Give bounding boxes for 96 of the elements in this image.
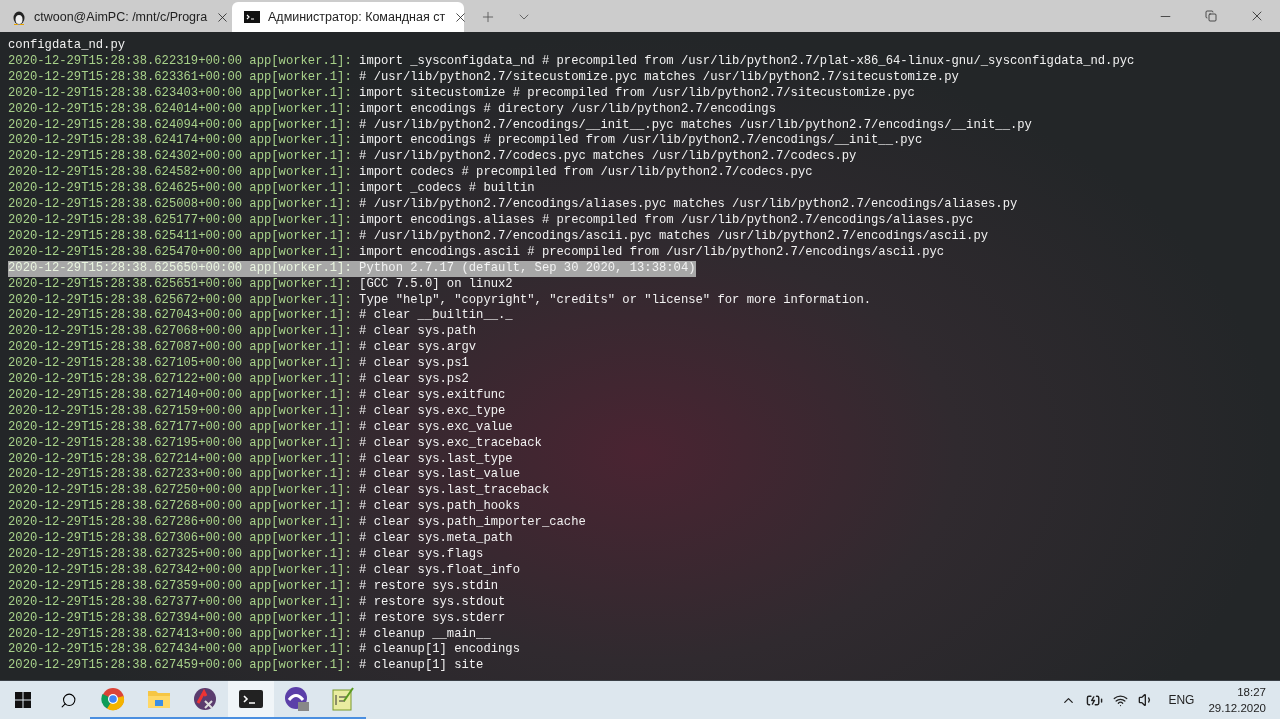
log-message: # clear sys.last_traceback: [358, 483, 550, 500]
chrome-icon: [101, 687, 125, 711]
log-timestamp: 2020-12-29T15:28:38.627250+00:00 app[worker.1]:: [8, 483, 352, 500]
log-message: # clear sys.flags: [358, 547, 484, 563]
log-timestamp: 2020-12-29T15:28:38.627413+00:00 app[worker.1]:: [8, 626, 352, 643]
log-message: # clear sys.path: [358, 324, 477, 341]
log-timestamp: 2020-12-29T15:28:38.627268+00:00 app[worker.1]:: [8, 499, 352, 516]
log-message: # clear sys.ps2: [358, 372, 469, 388]
log-timestamp: 2020-12-29T15:28:38.625411+00:00 app[worker.1]:: [8, 228, 352, 245]
log-timestamp: 2020-12-29T15:28:38.627214+00:00 app[worker.1]:: [8, 451, 352, 468]
notepad-icon: [331, 687, 355, 711]
log-message: # cleanup[1] site: [358, 658, 484, 675]
log-message: # clear sys.last_value: [358, 467, 520, 484]
log-timestamp: 2020-12-29T15:28:38.627159+00:00 app[worker.1]:: [8, 403, 352, 420]
log-timestamp: 2020-12-29T15:28:38.624094+00:00 app[worker.1]:: [8, 117, 352, 134]
log-timestamp: 2020-12-29T15:28:38.627394+00:00 app[worker.1]:: [8, 610, 352, 627]
log-timestamp: 2020-12-29T15:28:38.622319+00:00 app[worker.1]:: [8, 53, 352, 70]
clock[interactable]: 18:27 29.12.2020: [1208, 684, 1266, 716]
log-timestamp: 2020-12-29T15:28:38.625672+00:00 app[worker.1]:: [8, 292, 352, 309]
log-message: import encodings.aliases # precompiled from /usr/lib/python2.7/encodings/aliases.pyc: [358, 212, 974, 229]
log-timestamp: 2020-12-29T15:28:38.625651+00:00 app[worker.1]:: [8, 276, 352, 293]
log-timestamp: 2020-12-29T15:28:38.627068+00:00 app[worker.1]:: [8, 324, 352, 341]
log-timestamp: 2020-12-29T15:28:38.627459+00:00 app[worker.1]:: [8, 658, 352, 675]
log-timestamp: 2020-12-29T15:28:38.627177+00:00 app[worker.1]:: [8, 419, 352, 436]
log-message: import _codecs # builtin: [358, 181, 535, 198]
tab[interactable]: ctwoon@AimPC: /mnt/c/Progra: [0, 2, 232, 32]
log-message: Type "help", "copyright", "credits" or "license" for more information.: [358, 292, 872, 309]
log-message: # clear sys.float_info: [358, 562, 520, 579]
language-indicator[interactable]: ENG: [1164, 691, 1199, 709]
log-message: # clear sys.exitfunc: [358, 387, 506, 404]
log-message: # clear sys.path_hooks: [358, 499, 520, 516]
log-message: # restore sys.stdout: [358, 594, 506, 611]
taskbar-app[interactable]: [228, 681, 274, 719]
log-message: # clear sys.meta_path: [358, 531, 513, 547]
log-timestamp: 2020-12-29T15:28:38.625008+00:00 app[worker.1]:: [8, 197, 352, 213]
wifi-icon[interactable]: [1113, 692, 1129, 708]
log-message: # /usr/lib/python2.7/codecs.pyc matches /usr/lib/python2.7/codecs.py: [358, 149, 857, 166]
log-timestamp: 2020-12-29T15:28:38.623403+00:00 app[worker.1]:: [8, 85, 352, 102]
log-message: # restore sys.stderr: [358, 610, 506, 627]
log-timestamp: 2020-12-29T15:28:38.627377+00:00 app[worker.1]:: [8, 594, 352, 611]
log-message: # clear sys.exc_traceback: [358, 435, 542, 452]
log-timestamp: 2020-12-29T15:28:38.627434+00:00 app[worker.1]:: [8, 642, 352, 659]
log-timestamp: 2020-12-29T15:28:38.624014+00:00 app[worker.1]:: [8, 101, 352, 118]
log-timestamp: 2020-12-29T15:28:38.627359+00:00 app[worker.1]:: [8, 578, 352, 595]
search-icon[interactable]: [59, 691, 77, 709]
log-message: # clear sys.exc_type: [358, 403, 506, 420]
log-timestamp: 2020-12-29T15:28:38.625470+00:00 app[worker.1]:: [8, 244, 352, 261]
terminal-icon: [239, 690, 263, 708]
log-message: # clear sys.last_type: [358, 451, 513, 468]
terminal-line: configdata_nd.py: [8, 38, 126, 54]
log-message: # clear sys.exc_value: [358, 419, 513, 436]
log-timestamp: 2020-12-29T15:28:38.627306+00:00 app[worker.1]:: [8, 531, 352, 547]
log-message: import sitecustomize # precompiled from /usr/lib/python2.7/sitecustomize.pyc: [358, 85, 915, 102]
log-message: # clear sys.path_importer_cache: [358, 515, 586, 532]
folder-icon: [147, 689, 171, 709]
log-timestamp: 2020-12-29T15:28:38.627043+00:00 app[worker.1]:: [8, 308, 352, 325]
log-message: Python 2.7.17 (default, Sep 30 2020, 13:38:04): [351, 260, 696, 277]
log-message: # /usr/lib/python2.7/encodings/ascii.pyc matches /usr/lib/python2.7/encodings/ascii.py: [358, 228, 989, 245]
log-timestamp: 2020-12-29T15:28:38.623361+00:00 app[worker.1]:: [8, 69, 352, 86]
log-message: # clear sys.argv: [358, 340, 477, 357]
log-timestamp: 2020-12-29T15:28:38.627342+00:00 app[worker.1]:: [8, 562, 352, 579]
app-logo-icon: [193, 687, 217, 711]
console-icon: [244, 11, 260, 23]
log-timestamp: 2020-12-29T15:28:38.627140+00:00 app[worker.1]:: [8, 387, 352, 404]
log-message: import codecs # precompiled from /usr/lib/python2.7/codecs.pyc: [358, 165, 813, 182]
log-timestamp: 2020-12-29T15:28:38.627195+00:00 app[worker.1]:: [8, 435, 352, 452]
log-message: [GCC 7.5.0] on linux2: [358, 276, 513, 293]
log-timestamp: 2020-12-29T15:28:38.624625+00:00 app[worker.1]:: [8, 181, 352, 198]
log-message: import encodings # precompiled from /usr/lib/python2.7/encodings/__init__.pyc: [358, 133, 923, 150]
log-message: # /usr/lib/python2.7/encodings/__init__.pyc matches /usr/lib/python2.7/encodings/__init__.py: [358, 117, 1032, 134]
log-message: import encodings.ascii # precompiled from /usr/lib/python2.7/encodings/ascii.pyc: [358, 244, 945, 261]
log-timestamp: 2020-12-29T15:28:38.627105+00:00 app[worker.1]:: [8, 356, 352, 373]
log-message: # cleanup __main__: [358, 626, 491, 643]
log-timestamp: 2020-12-29T15:28:38.627233+00:00 app[worker.1]:: [8, 467, 352, 484]
log-message: import _sysconfigdata_nd # precompiled from /usr/lib/python2.7/plat-x86_64-linux-gnu/_sysconfigdata_nd.pyc: [358, 53, 1135, 70]
log-timestamp: 2020-12-29T15:28:38.625177+00:00 app[worker.1]:: [8, 212, 352, 229]
log-timestamp: 2020-12-29T15:28:38.624582+00:00 app[worker.1]:: [8, 165, 352, 182]
tab[interactable]: Администратор: Командная ст: [232, 2, 464, 32]
log-message: # /usr/lib/python2.7/encodings/aliases.pyc matches /usr/lib/python2.7/encodings/aliases.py: [358, 197, 1018, 213]
restore-icon[interactable]: [1205, 10, 1217, 22]
log-message: # clear __builtin__._: [358, 308, 513, 325]
log-message: # /usr/lib/python2.7/sitecustomize.pyc matches /usr/lib/python2.7/sitecustomize.py: [358, 69, 959, 86]
log-timestamp: 2020-12-29T15:28:38.627325+00:00 app[worker.1]:: [8, 547, 352, 563]
log-message: # clear sys.ps1: [358, 356, 469, 373]
log-timestamp: 2020-12-29T15:28:38.627286+00:00 app[worker.1]:: [8, 515, 352, 532]
log-message: # restore sys.stdin: [358, 578, 499, 595]
penguin-icon: [12, 9, 26, 25]
log-timestamp: 2020-12-29T15:28:38.627122+00:00 app[worker.1]:: [8, 372, 352, 388]
app-logo-icon: [284, 686, 310, 712]
log-timestamp: 2020-12-29T15:28:38.624302+00:00 app[worker.1]:: [8, 149, 352, 166]
log-timestamp: 2020-12-29T15:28:38.625650+00:00 app[worker.1]:: [8, 260, 352, 277]
windows-logo-icon[interactable]: [15, 692, 31, 708]
log-message: import encodings # directory /usr/lib/python2.7/encodings: [358, 101, 776, 118]
log-timestamp: 2020-12-29T15:28:38.627087+00:00 app[worker.1]:: [8, 340, 352, 357]
log-message: # cleanup[1] encodings: [358, 642, 520, 659]
log-timestamp: 2020-12-29T15:28:38.624174+00:00 app[worker.1]:: [8, 133, 352, 150]
